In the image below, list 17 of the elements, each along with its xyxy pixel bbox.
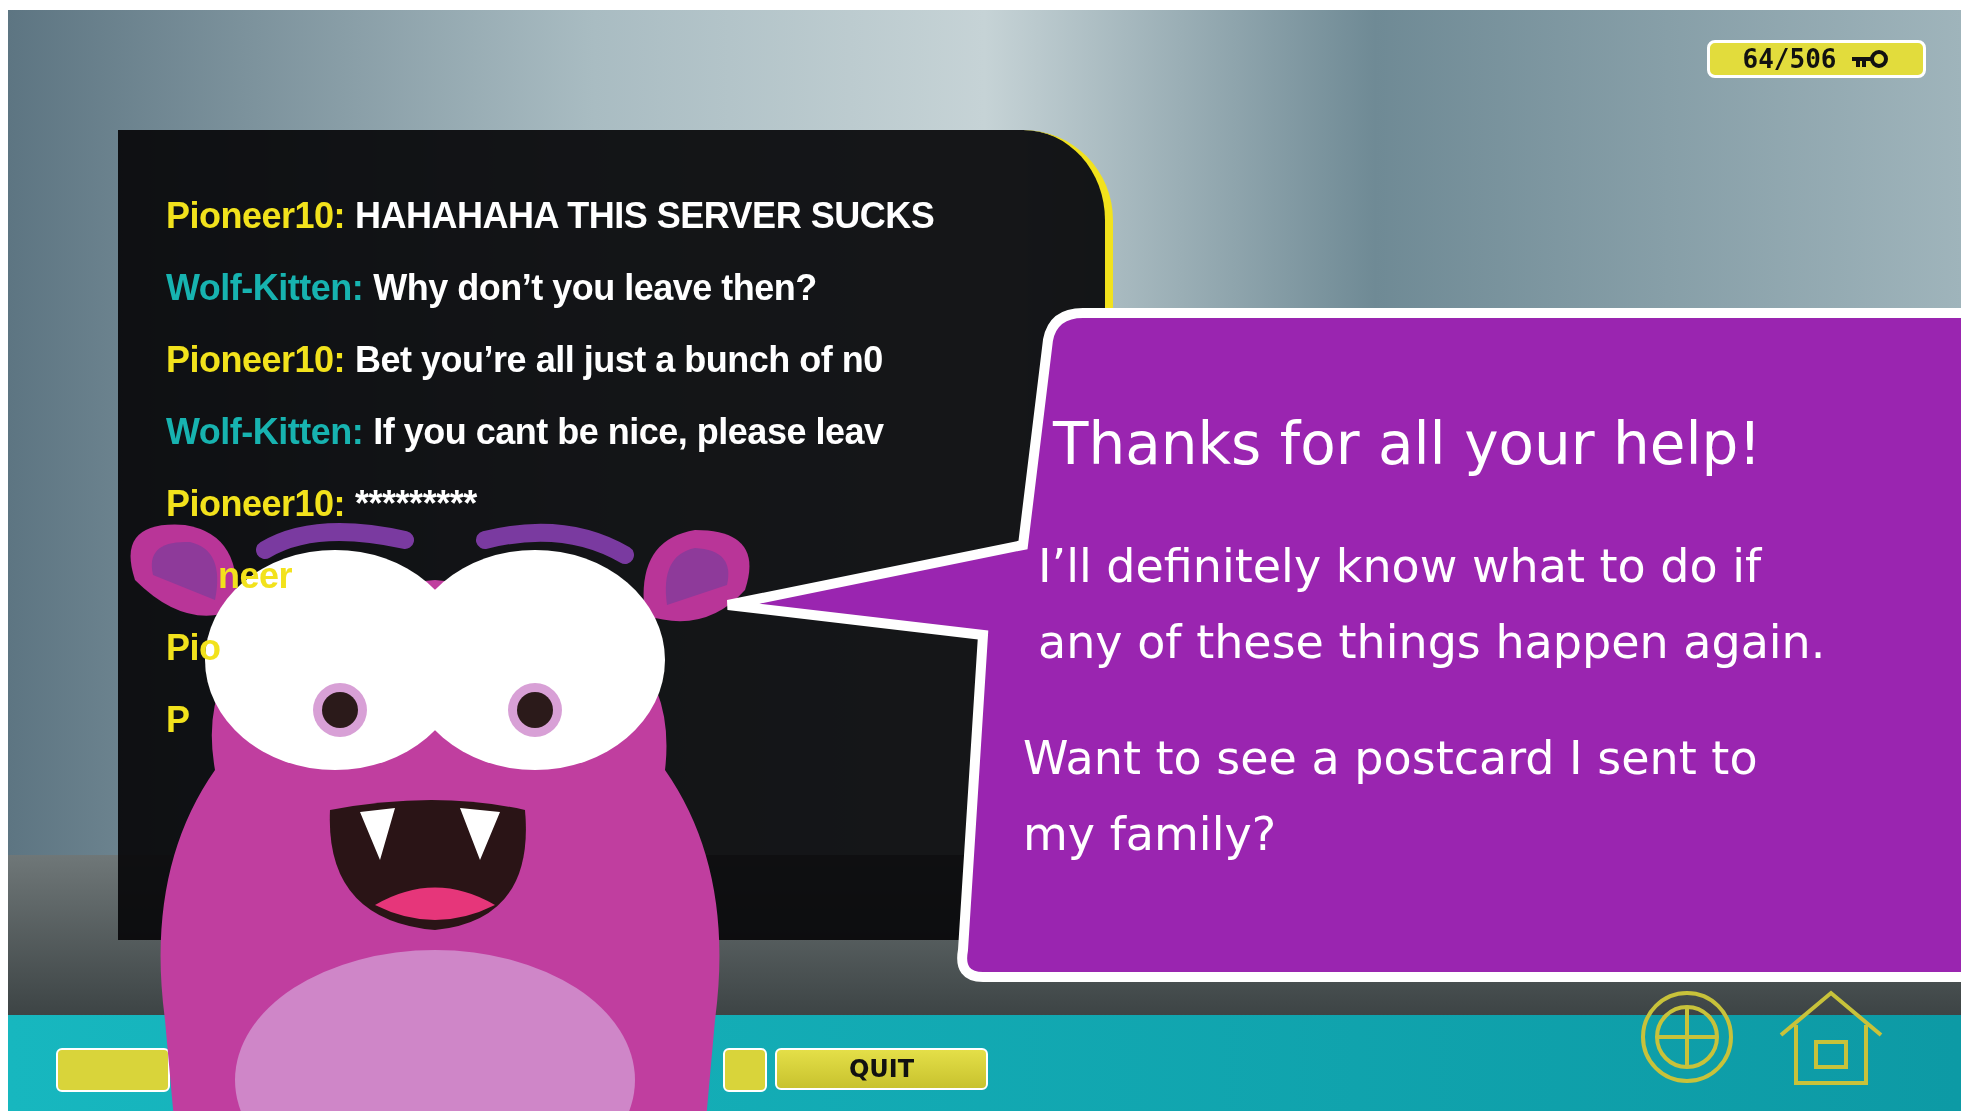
chat-username: Wolf-Kitten: xyxy=(166,267,364,309)
chat-message: Bet you’re all just a bunch of n0 xyxy=(355,339,883,381)
chat-username: P xyxy=(166,699,190,741)
bubble-paragraph: Want to see a postcard I sent to my family? xyxy=(1022,730,1759,863)
bubble-title: Thanks for all your help! xyxy=(1051,410,1763,478)
chat-username: Wolf-Kitten: xyxy=(166,411,364,453)
chat-message: Why don’t you leave then? xyxy=(373,267,817,309)
chat-message: If you cant be nice, please leav xyxy=(373,411,884,453)
counter-text: 64/506 xyxy=(1742,44,1837,74)
chat-username: Pioneer10: xyxy=(166,483,346,525)
key-icon xyxy=(1850,48,1891,70)
bubble-paragraph: I’ll definitely know what to do if any of these things happen again. xyxy=(1037,538,1827,671)
quit-button[interactable]: QUIT xyxy=(775,1048,988,1090)
chat-username: Pioneer10: xyxy=(166,339,346,381)
chat-message: ********* xyxy=(355,483,477,525)
chat-username: Pioneer10: xyxy=(166,195,346,237)
chat-message: HAHAHAHA THIS SERVER SUCKS xyxy=(355,195,935,237)
